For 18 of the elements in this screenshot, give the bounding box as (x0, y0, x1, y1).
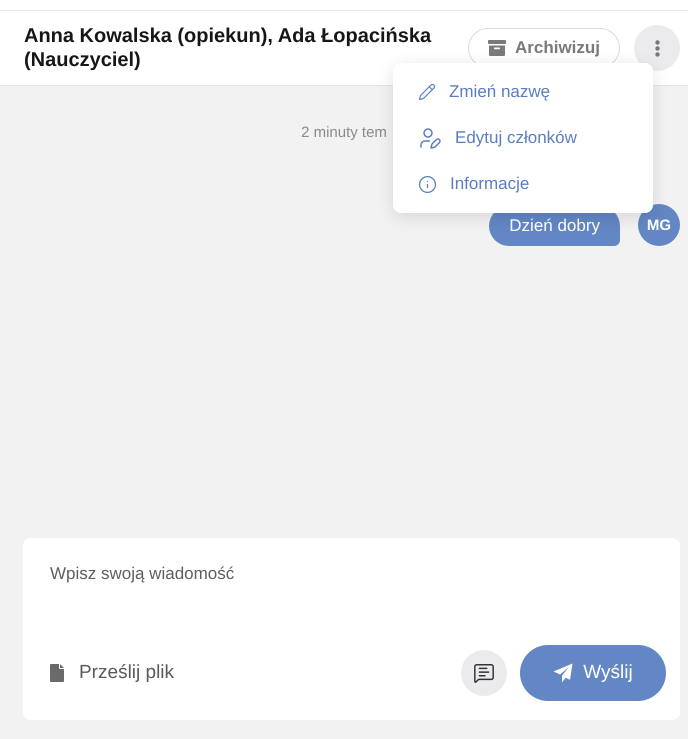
send-button[interactable]: Wyślij (520, 645, 666, 701)
menu-item[interactable]: Informacje (393, 161, 653, 207)
pencil-icon (418, 83, 436, 101)
send-icon (553, 663, 574, 683)
menu-item[interactable]: Zmień nazwę (393, 69, 653, 115)
more-options-icon (654, 40, 660, 56)
chat-template-button[interactable] (461, 650, 507, 696)
message-input-field[interactable]: Wpisz swoją wiadomość Prześlij plik Wyślij (23, 538, 680, 720)
user-pencil-icon (418, 126, 442, 150)
user-avatar: MG (638, 204, 680, 246)
message-timestamp: 2 minuty tem (301, 124, 387, 142)
chat-bubble-icon (473, 662, 495, 684)
archive-box-icon (488, 40, 506, 56)
conversation-title: Anna Kowalska (opiekun), Ada Łopacińska (Nauczyciel) (24, 24, 432, 72)
document-icon (50, 664, 64, 682)
menu-item[interactable]: Edytuj członków (393, 115, 653, 161)
upload-file-button[interactable]: Prześlij plik (50, 662, 174, 684)
info-icon (418, 174, 437, 194)
